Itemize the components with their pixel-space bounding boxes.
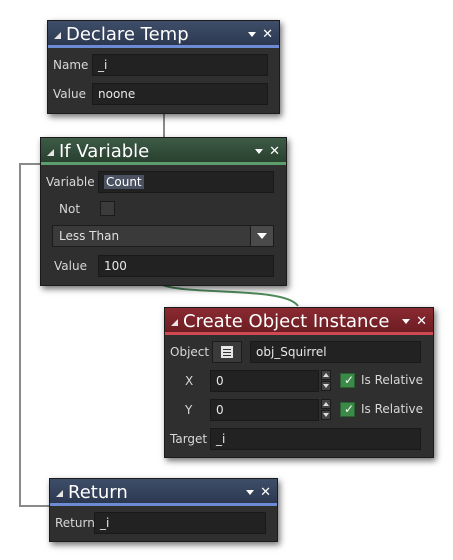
return-title: Return	[68, 482, 128, 503]
close-x-icon[interactable]: ✕	[269, 145, 280, 158]
object-document-icon	[221, 346, 233, 358]
create-instance-block[interactable]: Create Object Instance ✕ Object obj_Squi…	[164, 307, 434, 458]
close-x-icon[interactable]: ✕	[260, 486, 271, 499]
collapse-triangle-icon[interactable]	[47, 149, 54, 156]
return-label: Return	[55, 516, 95, 530]
dropdown-arrow-icon[interactable]	[246, 490, 255, 495]
value-field[interactable]: 100	[98, 255, 274, 277]
return-header[interactable]: Return ✕	[50, 479, 277, 506]
y-field[interactable]: 0	[210, 399, 319, 421]
if-variable-title: If Variable	[59, 141, 150, 162]
x-relative-checkbox[interactable]: ✓	[340, 373, 355, 388]
close-x-icon[interactable]: ✕	[416, 315, 427, 328]
y-decrement-button[interactable]	[321, 410, 331, 420]
value-field[interactable]: noone	[92, 83, 268, 105]
variable-field[interactable]: Count	[98, 171, 274, 193]
comparison-dropdown[interactable]: Less Than	[52, 225, 274, 247]
name-label: Name	[53, 58, 89, 72]
value-label: Value	[54, 259, 87, 273]
variable-label: Variable	[46, 175, 95, 189]
target-label: Target	[170, 432, 208, 446]
comparison-dropdown-button[interactable]	[250, 226, 273, 246]
object-picker-button[interactable]	[212, 341, 242, 363]
not-checkbox[interactable]	[100, 201, 115, 216]
declare-temp-header[interactable]: Declare Temp ✕	[48, 21, 279, 48]
name-field[interactable]: _i	[92, 54, 268, 76]
dropdown-arrow-icon[interactable]	[402, 319, 411, 324]
y-label: Y	[185, 403, 193, 417]
checkmark-icon: ✓	[344, 402, 355, 416]
return-block[interactable]: Return ✕ Return _i	[49, 478, 278, 542]
if-variable-block[interactable]: If Variable ✕ Variable Count Not Less Th…	[40, 137, 287, 286]
x-decrement-button[interactable]	[321, 381, 331, 391]
variable-value: Count	[104, 175, 144, 189]
y-relative-label: Is Relative	[361, 402, 423, 416]
return-field[interactable]: _i	[94, 512, 266, 534]
x-increment-button[interactable]	[321, 370, 331, 380]
x-label: X	[185, 374, 194, 388]
declare-temp-title: Declare Temp	[66, 24, 189, 45]
dropdown-arrow-icon[interactable]	[248, 32, 257, 37]
checkmark-icon: ✓	[344, 373, 355, 387]
if-variable-header[interactable]: If Variable ✕	[41, 138, 286, 165]
create-instance-title: Create Object Instance	[183, 311, 390, 332]
x-field[interactable]: 0	[210, 370, 319, 392]
dropdown-arrow-icon[interactable]	[255, 149, 264, 154]
create-instance-header[interactable]: Create Object Instance ✕	[165, 308, 433, 335]
y-relative-checkbox[interactable]: ✓	[340, 402, 355, 417]
chevron-down-icon	[257, 233, 267, 239]
x-relative-label: Is Relative	[361, 373, 423, 387]
value-label: Value	[53, 87, 86, 101]
target-field[interactable]: _i	[210, 428, 421, 450]
not-label: Not	[59, 202, 81, 216]
collapse-triangle-icon[interactable]	[171, 319, 178, 326]
object-field[interactable]: obj_Squirrel	[250, 341, 421, 363]
collapse-triangle-icon[interactable]	[56, 490, 63, 497]
comparison-value: Less Than	[59, 229, 120, 243]
y-stepper[interactable]	[321, 399, 331, 421]
close-x-icon[interactable]: ✕	[262, 28, 273, 41]
wire-if-to-create	[159, 283, 299, 307]
x-stepper[interactable]	[321, 370, 331, 392]
collapse-triangle-icon[interactable]	[54, 32, 61, 39]
object-label: Object	[170, 345, 210, 359]
y-increment-button[interactable]	[321, 399, 331, 409]
declare-temp-block[interactable]: Declare Temp ✕ Name _i Value noone	[47, 20, 280, 114]
